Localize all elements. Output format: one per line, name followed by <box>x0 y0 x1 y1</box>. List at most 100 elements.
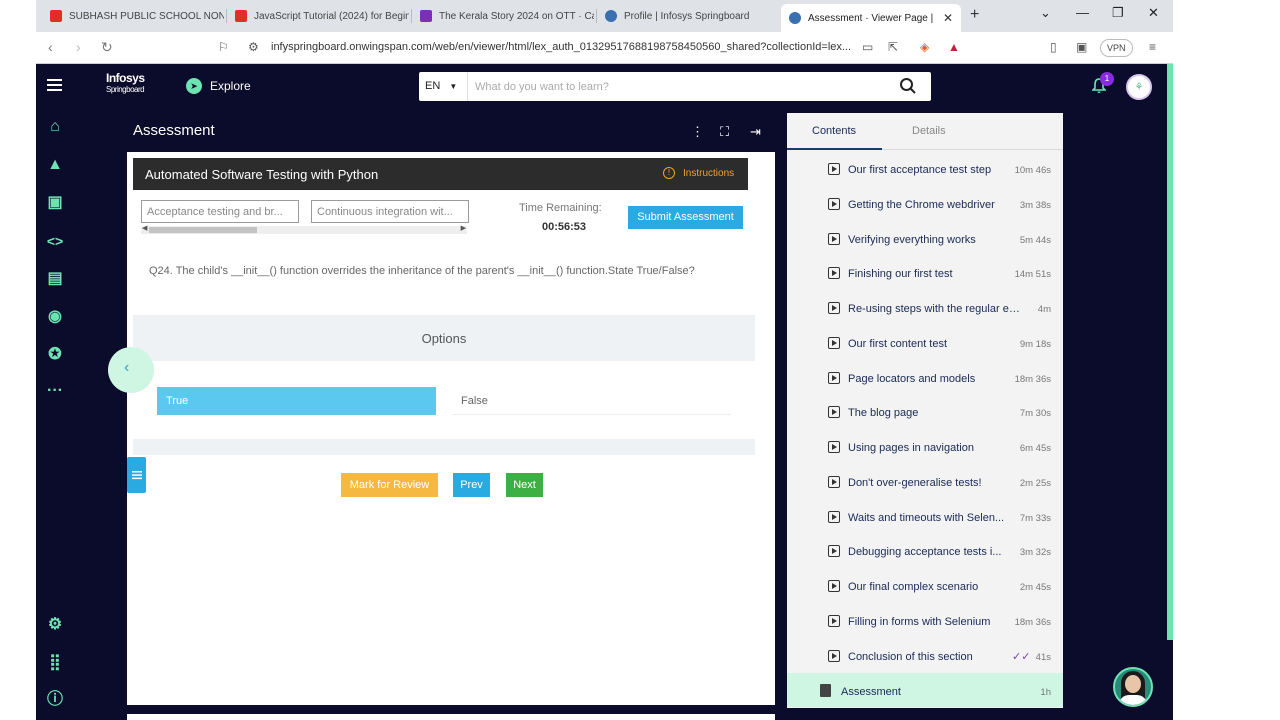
content-item[interactable]: Debugging acceptance tests i... 3m 32s <box>787 533 1063 567</box>
instructions-link[interactable]: ! Instructions <box>663 167 734 179</box>
content-item[interactable]: Don't over-generalise tests! 2m 25s <box>787 464 1063 498</box>
content-item[interactable]: Our final complex scenario 2m 45s <box>787 568 1063 602</box>
code-icon[interactable]: <> <box>46 232 64 250</box>
submit-assessment-button[interactable]: Submit Assessment <box>628 206 743 229</box>
help-icon[interactable]: ⓘ <box>46 691 64 709</box>
content-item[interactable]: The blog page 7m 30s <box>787 394 1063 428</box>
content-item-active[interactable]: Assessment 1h <box>787 673 1063 707</box>
content-item[interactable]: Our first content test 9m 18s <box>787 325 1063 359</box>
cast-icon[interactable]: ▭ <box>862 40 873 54</box>
question-text: Q24. The child's __init__() function ove… <box>149 265 695 277</box>
letterbox-right <box>1173 0 1280 720</box>
option-true[interactable]: True <box>157 387 436 415</box>
section-tab-ci[interactable]: Continuous integration wit... <box>311 200 469 223</box>
play-icon <box>828 545 840 557</box>
play-icon <box>828 233 840 245</box>
language-value: EN <box>425 80 441 92</box>
tab-details[interactable]: Details <box>912 125 946 137</box>
vpn-button[interactable]: VPN <box>1100 39 1133 57</box>
completed-check-icon: ✓✓ <box>1012 651 1031 663</box>
content-item[interactable]: Page locators and models 18m 36s <box>787 360 1063 394</box>
collapse-panel-icon[interactable]: ⇥ <box>750 124 761 140</box>
site-info-icon[interactable]: ⚙ <box>248 40 259 54</box>
previous-content-button[interactable]: ‹ <box>108 347 154 393</box>
letterbox-left <box>0 0 36 720</box>
content-item-title: Don't over-generalise tests! <box>848 477 982 489</box>
chat-icon[interactable]: ▤ <box>46 270 64 288</box>
logo-line1: Infosys <box>106 71 145 85</box>
new-tab-icon[interactable]: + <box>970 6 979 24</box>
content-item[interactable]: Finishing our first test 14m 51s <box>787 255 1063 289</box>
content-item-duration: 1h <box>1040 687 1051 698</box>
menu-icon[interactable]: ≡ <box>1149 40 1156 54</box>
share-icon[interactable]: ⇱ <box>888 40 898 54</box>
content-item-title: Finishing our first test <box>848 268 953 280</box>
question-list-toggle[interactable] <box>127 457 146 493</box>
scrollbar-thumb[interactable] <box>149 227 257 233</box>
page-scrollbar[interactable] <box>1167 64 1173 640</box>
forward-icon[interactable]: › <box>76 39 81 55</box>
browser-tab-active[interactable]: Assessment · Viewer Page | Inf ✕ <box>781 4 961 32</box>
content-item[interactable]: Our first acceptance test step 10m 46s <box>787 151 1063 185</box>
content-item[interactable]: Getting the Chrome webdriver 3m 38s <box>787 186 1063 220</box>
close-window-icon[interactable]: ✕ <box>1148 5 1159 21</box>
panel-bottom-strip <box>127 714 775 720</box>
prev-button[interactable]: Prev <box>453 473 490 497</box>
search-icon[interactable] <box>899 77 917 95</box>
next-button[interactable]: Next <box>506 473 543 497</box>
section-tab-acceptance[interactable]: Acceptance testing and br... <box>141 200 299 223</box>
active-tab-indicator <box>787 148 882 150</box>
content-item-title: Filling in forms with Selenium <box>848 616 991 628</box>
apps-icon[interactable]: ⣿ <box>46 654 64 672</box>
tab-search-chevron-icon[interactable]: ⌄ <box>1040 5 1051 21</box>
brave-shield-icon[interactable]: ◈ <box>920 40 929 54</box>
settings-icon[interactable]: ⚙ <box>46 616 64 634</box>
content-item[interactable]: Waits and timeouts with Selen... 7m 33s <box>787 499 1063 533</box>
play-icon <box>828 337 840 349</box>
minimize-icon[interactable]: — <box>1076 5 1089 20</box>
back-icon[interactable]: ‹ <box>48 39 53 55</box>
content-item[interactable]: Verifying everything works 5m 44s <box>787 221 1063 255</box>
content-item[interactable]: Using pages in navigation 6m 45s <box>787 429 1063 463</box>
assistant-avatar[interactable] <box>1113 667 1153 707</box>
browser-tab[interactable]: JavaScript Tutorial (2024) for Begin <box>227 4 409 28</box>
home-icon[interactable]: ⌂ <box>46 118 64 136</box>
fullscreen-icon[interactable]: ⛶ <box>720 124 729 140</box>
browser-tab[interactable]: The Kerala Story 2024 on OTT · Cas <box>412 4 594 28</box>
explore-link[interactable]: ➤ Explore <box>186 78 251 94</box>
hamburger-menu-icon[interactable] <box>47 79 62 91</box>
maximize-icon[interactable]: ❐ <box>1112 5 1124 21</box>
browser-tab[interactable]: Profile | Infosys Springboard <box>597 4 779 28</box>
content-item[interactable]: Re-using steps with the regular ex... 4m <box>787 290 1063 324</box>
community-icon[interactable]: ✪ <box>46 346 64 364</box>
scroll-right-icon[interactable]: ▶ <box>461 224 466 232</box>
sidebar-toggle-icon[interactable]: ▯ <box>1050 40 1057 54</box>
section-tabs-scrollbar[interactable]: ◀ ▶ <box>141 224 467 234</box>
language-select[interactable]: EN ▼ <box>425 80 457 92</box>
play-icon <box>828 511 840 523</box>
more-icon[interactable]: ··· <box>46 382 64 400</box>
reload-icon[interactable]: ↻ <box>101 39 113 56</box>
url-field[interactable]: infyspringboard.onwingspan.com/web/en/vi… <box>271 41 851 53</box>
browser-tab[interactable]: SUBHASH PUBLIC SCHOOL NONEY <box>42 4 224 28</box>
tab-contents[interactable]: Contents <box>812 125 856 137</box>
scroll-left-icon[interactable]: ◀ <box>142 224 147 232</box>
content-item[interactable]: Conclusion of this section ✓✓ 41s <box>787 638 1063 672</box>
close-tab-icon[interactable]: ✕ <box>943 11 953 25</box>
rewards-icon[interactable]: ▲ <box>948 40 960 54</box>
navigate-icon[interactable]: ▲ <box>46 156 64 174</box>
target-icon[interactable]: ◉ <box>46 308 64 326</box>
content-item-title: Using pages in navigation <box>848 442 974 454</box>
wallet-icon[interactable]: ▣ <box>1076 40 1087 54</box>
infosys-springboard-logo[interactable]: Infosys Springboard <box>106 72 145 96</box>
content-item-duration: 41s <box>1035 652 1051 663</box>
user-avatar[interactable]: ⚘ <box>1126 74 1152 100</box>
bookmark-icon[interactable]: ⚐ <box>218 40 229 54</box>
kebab-menu-icon[interactable]: ⋮ <box>691 124 704 140</box>
option-false[interactable]: False <box>452 387 731 415</box>
content-item-title: Our final complex scenario <box>848 581 979 593</box>
search-input[interactable] <box>475 78 885 95</box>
content-item[interactable]: Filling in forms with Selenium 18m 36s <box>787 603 1063 637</box>
badge-icon[interactable]: ▣ <box>46 194 64 212</box>
mark-for-review-button[interactable]: Mark for Review <box>341 473 438 497</box>
